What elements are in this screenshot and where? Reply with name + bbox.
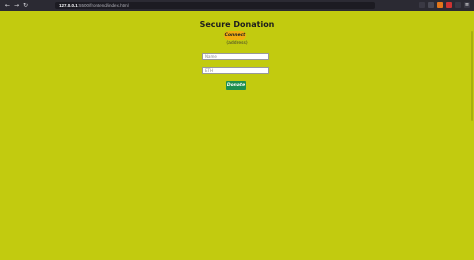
forward-arrow-icon[interactable]: → [12, 0, 21, 11]
extension-icon[interactable] [428, 2, 434, 8]
metamask-icon[interactable] [437, 2, 443, 8]
url-text: 127.0.0.1:5500/frontend/index.html [59, 3, 129, 8]
connect-button[interactable]: Connect [224, 31, 246, 40]
eth-amount-input[interactable] [202, 67, 269, 74]
extension-badge-icon[interactable] [446, 2, 452, 8]
page-scrollbar[interactable] [470, 11, 474, 260]
menu-icon[interactable]: ≡ [464, 2, 470, 8]
donate-button[interactable]: Donate [226, 81, 246, 90]
page-title: Secure Donation [199, 20, 275, 29]
puzzle-icon[interactable] [455, 2, 461, 8]
name-input[interactable] [202, 53, 269, 60]
browser-toolbar: ← → ↻ 127.0.0.1:5500/frontend/index.html… [0, 0, 474, 11]
extensions-area: ≡ [419, 2, 470, 8]
address-bar[interactable]: 127.0.0.1:5500/frontend/index.html [55, 2, 375, 9]
back-arrow-icon[interactable]: ← [3, 0, 12, 11]
reload-icon[interactable]: ↻ [21, 0, 30, 11]
pocket-icon[interactable] [419, 2, 425, 8]
wallet-address-text: (address) [226, 41, 248, 46]
